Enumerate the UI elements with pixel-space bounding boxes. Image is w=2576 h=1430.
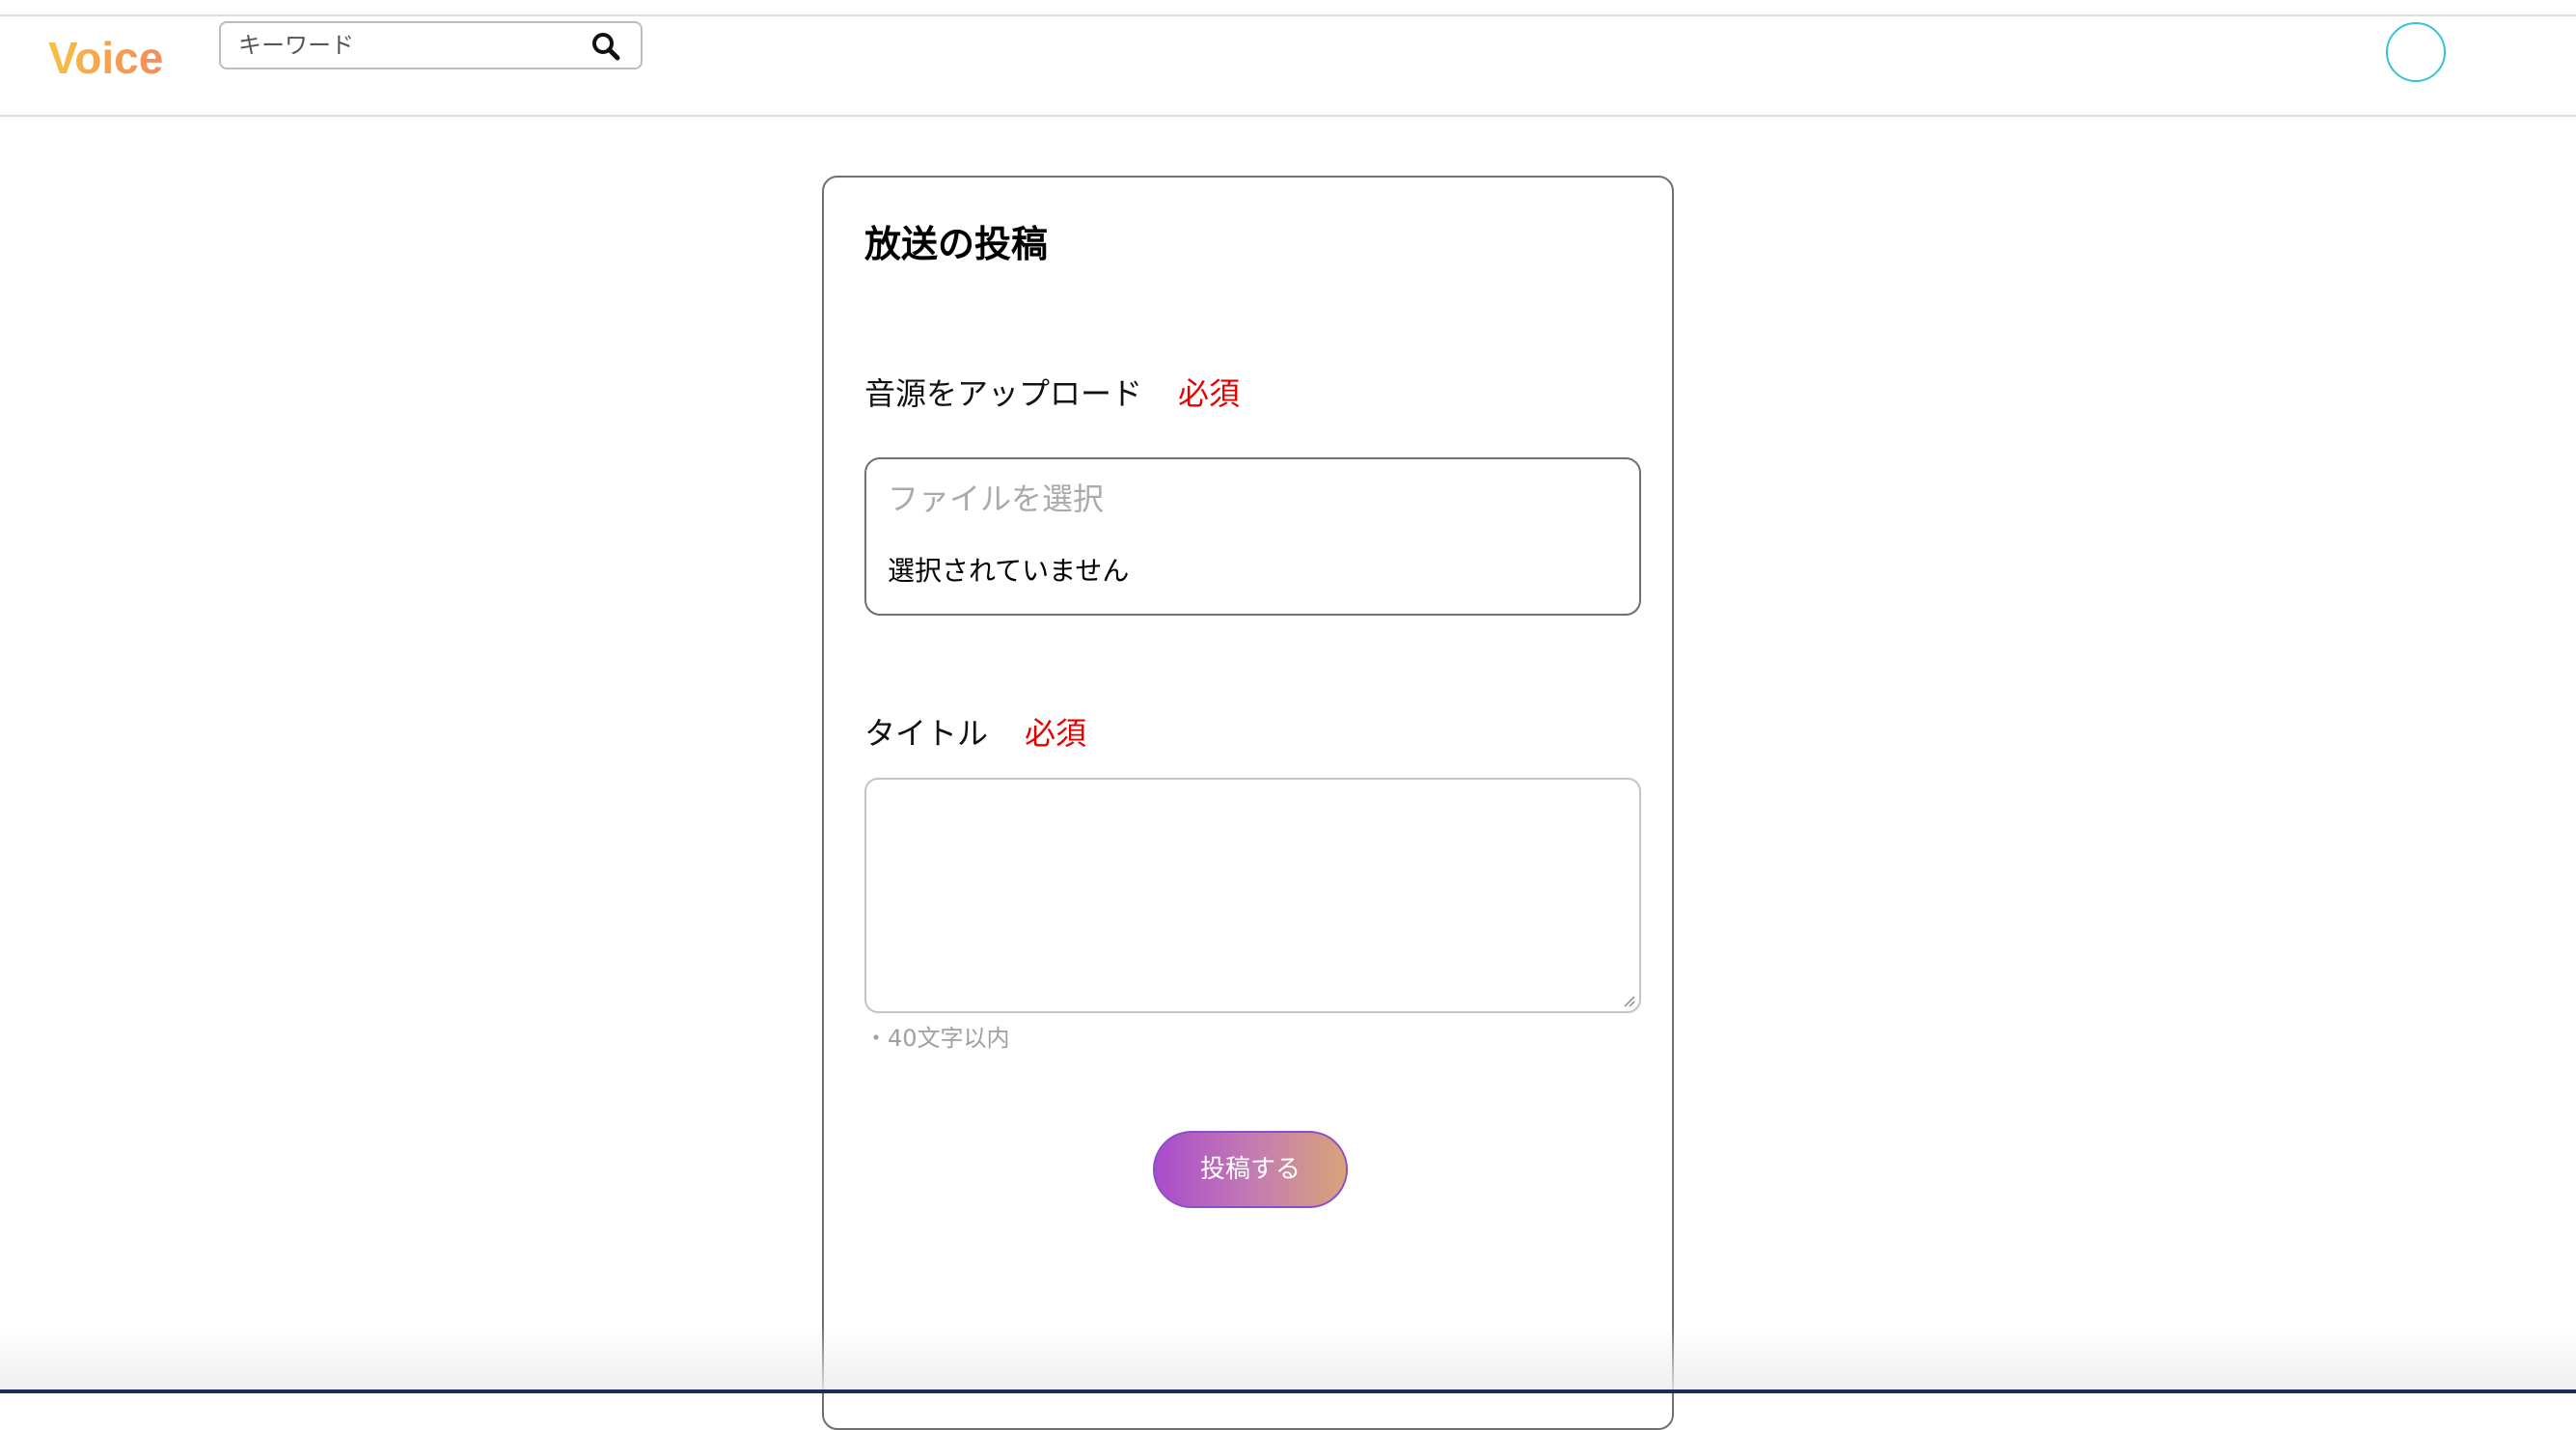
post-form-card: 放送の投稿 音源をアップロード 必須 ファイルを選択 選択されていません タイト… xyxy=(822,176,1674,1430)
logo[interactable]: Voice xyxy=(48,32,163,84)
submit-button[interactable]: 投稿する xyxy=(1153,1131,1348,1208)
search-icon[interactable] xyxy=(590,31,621,62)
audio-required-badge: 必須 xyxy=(1178,375,1241,412)
title-textarea[interactable] xyxy=(864,778,1641,1013)
page-title: 放送の投稿 xyxy=(864,223,1049,265)
avatar[interactable] xyxy=(2386,22,2446,82)
search-input[interactable] xyxy=(238,23,576,68)
title-required-badge: 必須 xyxy=(1025,715,1087,752)
title-length-hint: ・40文字以内 xyxy=(864,1025,1010,1052)
choose-file-text[interactable]: ファイルを選択 xyxy=(888,479,1104,519)
audio-upload-label: 音源をアップロード xyxy=(864,375,1143,412)
resize-handle-icon[interactable] xyxy=(1621,993,1636,1008)
search-box xyxy=(219,21,643,69)
file-status-text: 選択されていません xyxy=(888,555,1130,587)
bottom-edge xyxy=(0,1389,2576,1393)
title-label: タイトル xyxy=(864,715,989,752)
header: Voice xyxy=(0,16,2576,117)
file-upload-field[interactable]: ファイルを選択 選択されていません xyxy=(864,457,1641,616)
